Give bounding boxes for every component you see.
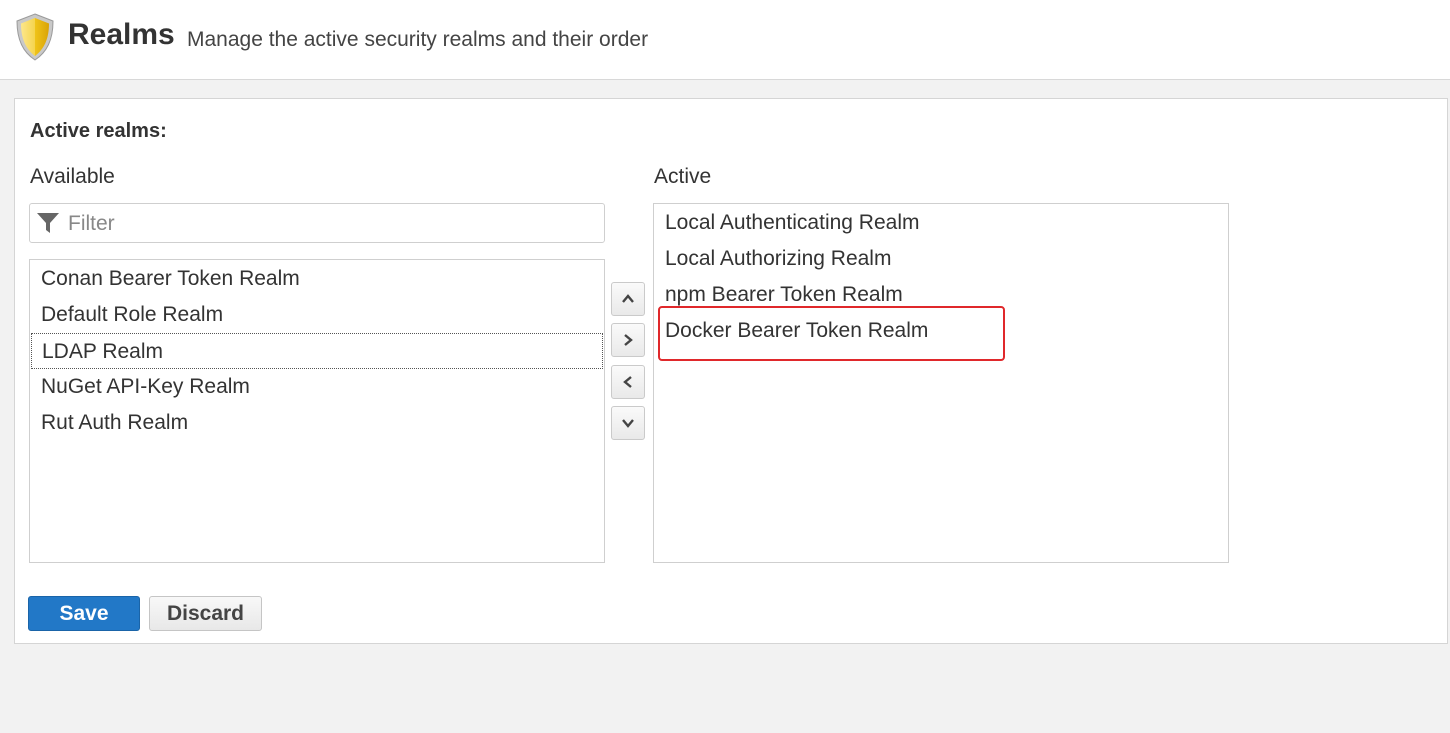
shield-icon	[16, 13, 54, 61]
active-label: Active	[654, 165, 712, 188]
move-left-button[interactable]	[611, 365, 645, 399]
move-down-button[interactable]	[611, 406, 645, 440]
save-button[interactable]: Save	[28, 596, 140, 631]
chevron-left-icon	[623, 376, 632, 388]
available-item[interactable]: NuGet API-Key Realm	[31, 369, 603, 405]
filter-input[interactable]	[66, 207, 600, 241]
active-realms-list[interactable]: Local Authenticating Realm Local Authori…	[653, 203, 1229, 563]
available-item[interactable]: Conan Bearer Token Realm	[31, 261, 603, 297]
filter-icon	[37, 213, 59, 233]
available-label: Available	[30, 165, 115, 188]
available-realms-list[interactable]: Conan Bearer Token Realm Default Role Re…	[29, 259, 605, 563]
realms-panel: Active realms: Available Active Conan Be…	[14, 98, 1448, 644]
page-title: Realms	[68, 18, 175, 51]
filter-box[interactable]	[29, 203, 605, 243]
chevron-up-icon	[622, 294, 634, 303]
annotation-highlight-box	[658, 306, 1005, 361]
chevron-right-icon	[624, 334, 633, 346]
move-up-button[interactable]	[611, 282, 645, 316]
move-right-button[interactable]	[611, 323, 645, 357]
available-item[interactable]: LDAP Realm	[31, 333, 603, 369]
discard-button[interactable]: Discard	[149, 596, 262, 631]
available-item[interactable]: Rut Auth Realm	[31, 405, 603, 441]
active-item[interactable]: Local Authenticating Realm	[655, 205, 1227, 241]
active-item[interactable]: Local Authorizing Realm	[655, 241, 1227, 277]
page-header: Realms Manage the active security realms…	[0, 0, 1450, 80]
section-title: Active realms:	[30, 120, 167, 142]
available-item[interactable]: Default Role Realm	[31, 297, 603, 333]
chevron-down-icon	[622, 419, 634, 428]
page-subtitle: Manage the active security realms and th…	[187, 28, 649, 51]
